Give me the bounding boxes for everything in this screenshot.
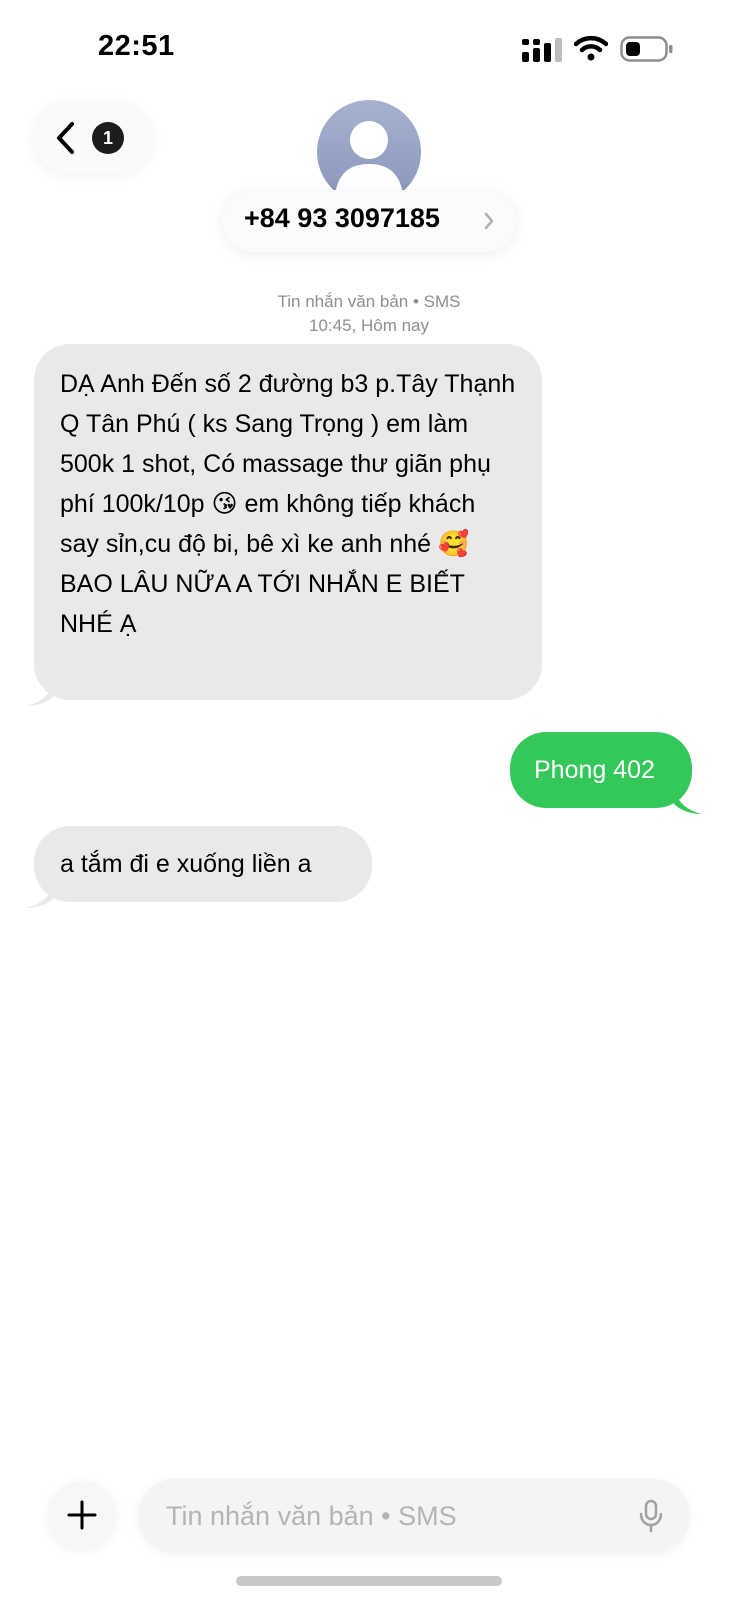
plus-icon [67,1500,97,1530]
message-input[interactable] [166,1479,626,1553]
message-composer[interactable] [138,1479,690,1553]
back-button[interactable]: 1 [34,102,152,174]
signal-icon [522,38,562,62]
message-bubble-incoming[interactable]: a tắm đi e xuống liền a [26,826,372,908]
person-icon [335,121,403,194]
status-time: 22:51 [98,30,175,62]
message-text: Phong 402 [534,756,655,784]
message-timestamp: 10:45, Hôm nay [308,316,429,335]
contact-name-button[interactable]: +84 93 3097185 [222,190,516,252]
home-indicator [236,1576,502,1586]
mic-icon[interactable] [638,1499,664,1533]
wifi-icon [574,35,608,61]
chevron-left-icon [57,122,74,154]
message-type-label: Tin nhắn văn bản • SMS [277,292,461,311]
chevron-right-icon [484,212,494,230]
bubble-tail [674,792,702,814]
battery-icon [620,36,673,62]
bubble-tail [26,684,54,706]
message-bubble-outgoing[interactable]: Phong 402 [510,732,702,814]
message-text: DẠ Anh Đến số 2 đường b3 p.Tây Thạnh Q T… [60,370,516,638]
message-text: a tắm đi e xuống liền a [60,850,312,878]
status-bar: 22:51 [0,0,738,100]
avatar[interactable] [317,100,421,204]
add-attachment-button[interactable] [48,1481,116,1549]
unread-badge: 1 [92,122,124,154]
bubble-tail [26,886,54,908]
message-bubble-incoming[interactable]: DẠ Anh Đến số 2 đường b3 p.Tây Thạnh Q T… [26,344,542,706]
contact-number: +84 93 3097185 [244,203,440,233]
